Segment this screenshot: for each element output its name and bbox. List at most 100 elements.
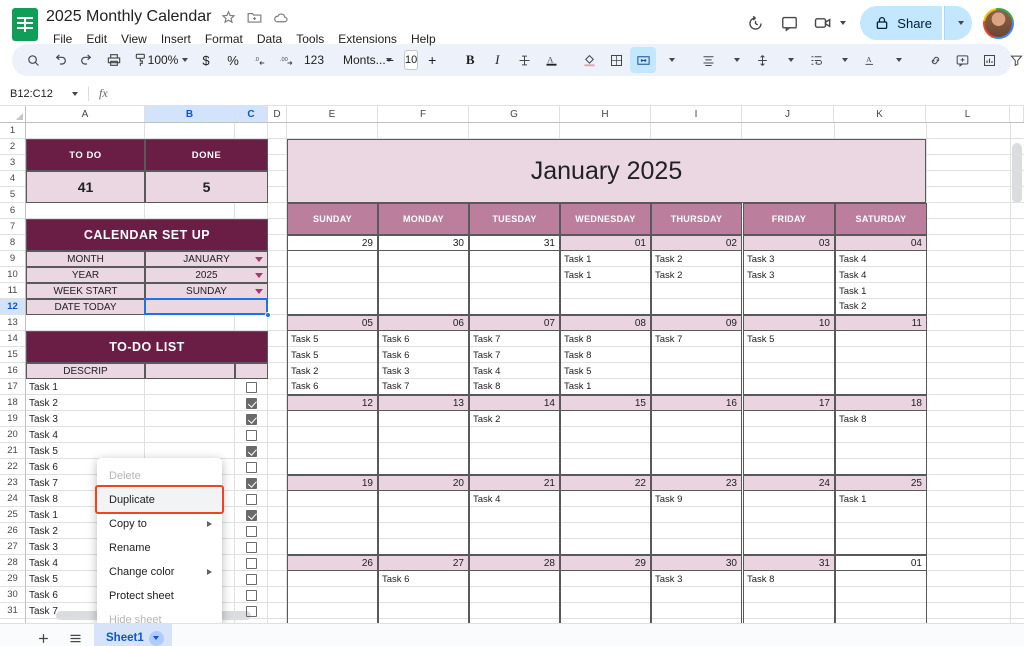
column-header-A[interactable]: A <box>26 106 145 122</box>
calendar-task-29-1[interactable] <box>560 571 651 587</box>
context-menu-item-copy-to[interactable]: Copy to <box>97 512 222 536</box>
calendar-task-22-3[interactable] <box>560 523 651 539</box>
merge-cells-button[interactable] <box>630 47 656 73</box>
calendar-date-14-w3[interactable]: 14 <box>469 395 560 411</box>
calendar-task-20-2[interactable] <box>378 507 469 523</box>
calendar-task-01-4[interactable] <box>835 619 927 623</box>
task-checkbox-11[interactable] <box>235 539 268 555</box>
calendar-task-04-4[interactable]: Task 2 <box>835 299 927 315</box>
calendar-task-08-3[interactable]: Task 5 <box>560 363 651 379</box>
row-header-22[interactable]: 22 <box>0 459 25 475</box>
calendar-task-07-4[interactable]: Task 8 <box>469 379 560 395</box>
calendar-task-12-3[interactable] <box>287 443 378 459</box>
calendar-task-16-1[interactable] <box>651 411 742 427</box>
calendar-task-18-3[interactable] <box>835 443 927 459</box>
calendar-task-13-2[interactable] <box>378 427 469 443</box>
task-checkbox-12[interactable] <box>235 555 268 571</box>
calendar-task-24-3[interactable] <box>743 523 835 539</box>
row-header-3[interactable]: 3 <box>0 155 25 171</box>
all-sheets-button[interactable] <box>62 625 88 646</box>
task-name-1[interactable]: Task 1 <box>26 379 145 395</box>
calendar-task-26-4[interactable] <box>287 619 378 623</box>
column-header-C[interactable]: C <box>235 106 268 122</box>
task-checkbox-4[interactable] <box>235 427 268 443</box>
calendar-task-24-4[interactable] <box>743 539 835 555</box>
calendar-task-21-4[interactable] <box>469 539 560 555</box>
row-header-24[interactable]: 24 <box>0 491 25 507</box>
calendar-task-05-1[interactable]: Task 5 <box>287 331 378 347</box>
task-checkbox-14[interactable] <box>235 587 268 603</box>
column-header-B[interactable]: B <box>145 106 235 122</box>
decimal-decrease-button[interactable]: .0 <box>247 47 273 73</box>
calendar-task-14-3[interactable] <box>469 443 560 459</box>
decimal-increase-button[interactable]: .00 <box>274 47 300 73</box>
calendar-task-09-1[interactable]: Task 7 <box>651 331 742 347</box>
calendar-task-27-3[interactable] <box>378 603 469 619</box>
row-header-9[interactable]: 9 <box>0 251 25 267</box>
calendar-task-23-4[interactable] <box>651 539 742 555</box>
calendar-task-15-4[interactable] <box>560 459 651 475</box>
checkbox-checked-icon[interactable] <box>246 446 257 457</box>
row-header-18[interactable]: 18 <box>0 395 25 411</box>
calendar-date-28-w5[interactable]: 28 <box>469 555 560 571</box>
calendar-task-11-4[interactable] <box>835 379 927 395</box>
calendar-task-24-1[interactable] <box>743 491 835 507</box>
calendar-task-15-1[interactable] <box>560 411 651 427</box>
calendar-task-19-3[interactable] <box>287 523 378 539</box>
calendar-task-30-2[interactable] <box>378 267 469 283</box>
calendar-task-18-4[interactable] <box>835 459 927 475</box>
calendar-task-31-4[interactable] <box>469 299 560 315</box>
checkbox-unchecked-icon[interactable] <box>246 606 257 617</box>
calendar-task-23-3[interactable] <box>651 523 742 539</box>
percent-format-button[interactable]: % <box>220 47 246 73</box>
undo-icon[interactable] <box>47 47 73 73</box>
calendar-date-31-w1[interactable]: 31 <box>469 235 560 251</box>
calendar-task-19-2[interactable] <box>287 507 378 523</box>
setup-value-date-today[interactable] <box>145 299 268 315</box>
calendar-task-19-4[interactable] <box>287 539 378 555</box>
task-checkbox-8[interactable] <box>235 491 268 507</box>
calendar-task-18-1[interactable]: Task 8 <box>835 411 927 427</box>
checkbox-unchecked-icon[interactable] <box>246 430 257 441</box>
calendar-task-29-3[interactable] <box>560 603 651 619</box>
calendar-task-23-2[interactable] <box>651 507 742 523</box>
calendar-task-03-3[interactable] <box>743 283 835 299</box>
row-header-5[interactable]: 5 <box>0 187 25 203</box>
calendar-task-26-1[interactable] <box>287 571 378 587</box>
fill-handle[interactable] <box>265 312 271 318</box>
calendar-task-28-3[interactable] <box>469 603 560 619</box>
calendar-task-28-4[interactable] <box>469 619 560 623</box>
sheet-tab-chevron-down-icon[interactable] <box>149 631 164 646</box>
calendar-task-10-2[interactable] <box>743 347 835 363</box>
calendar-task-04-3[interactable]: Task 1 <box>835 283 927 299</box>
row-header-27[interactable]: 27 <box>0 539 25 555</box>
todo-list-title[interactable]: TO-DO LIST <box>26 331 268 363</box>
context-menu-item-change-color[interactable]: Change color <box>97 560 222 584</box>
calendar-task-28-1[interactable] <box>469 571 560 587</box>
checkbox-unchecked-icon[interactable] <box>246 462 257 473</box>
column-header-L[interactable]: L <box>926 106 1010 122</box>
calendar-date-01-w1[interactable]: 01 <box>560 235 651 251</box>
calendar-date-01-w5[interactable]: 01 <box>835 555 927 571</box>
dropdown-caret-icon[interactable] <box>255 273 263 278</box>
text-rotation-button[interactable]: A <box>857 47 883 73</box>
calendar-task-29-3[interactable] <box>287 283 378 299</box>
borders-button[interactable] <box>603 47 629 73</box>
menu-extensions[interactable]: Extensions <box>331 30 404 48</box>
calendar-task-29-1[interactable] <box>287 251 378 267</box>
menu-insert[interactable]: Insert <box>154 30 198 48</box>
checkbox-unchecked-icon[interactable] <box>246 494 257 505</box>
done-count[interactable]: 5 <box>145 171 268 203</box>
calendar-task-15-2[interactable] <box>560 427 651 443</box>
calendar-task-17-1[interactable] <box>743 411 835 427</box>
calendar-date-10-w2[interactable]: 10 <box>743 315 835 331</box>
calendar-task-13-3[interactable] <box>378 443 469 459</box>
calendar-task-31-3[interactable] <box>469 283 560 299</box>
row-header-7[interactable]: 7 <box>0 219 25 235</box>
calendar-task-10-3[interactable] <box>743 363 835 379</box>
calendar-task-08-4[interactable]: Task 1 <box>560 379 651 395</box>
calendar-task-12-4[interactable] <box>287 459 378 475</box>
calendar-date-29-w1[interactable]: 29 <box>287 235 378 251</box>
calendar-task-31-4[interactable] <box>743 619 835 623</box>
calendar-date-29-w5[interactable]: 29 <box>560 555 651 571</box>
